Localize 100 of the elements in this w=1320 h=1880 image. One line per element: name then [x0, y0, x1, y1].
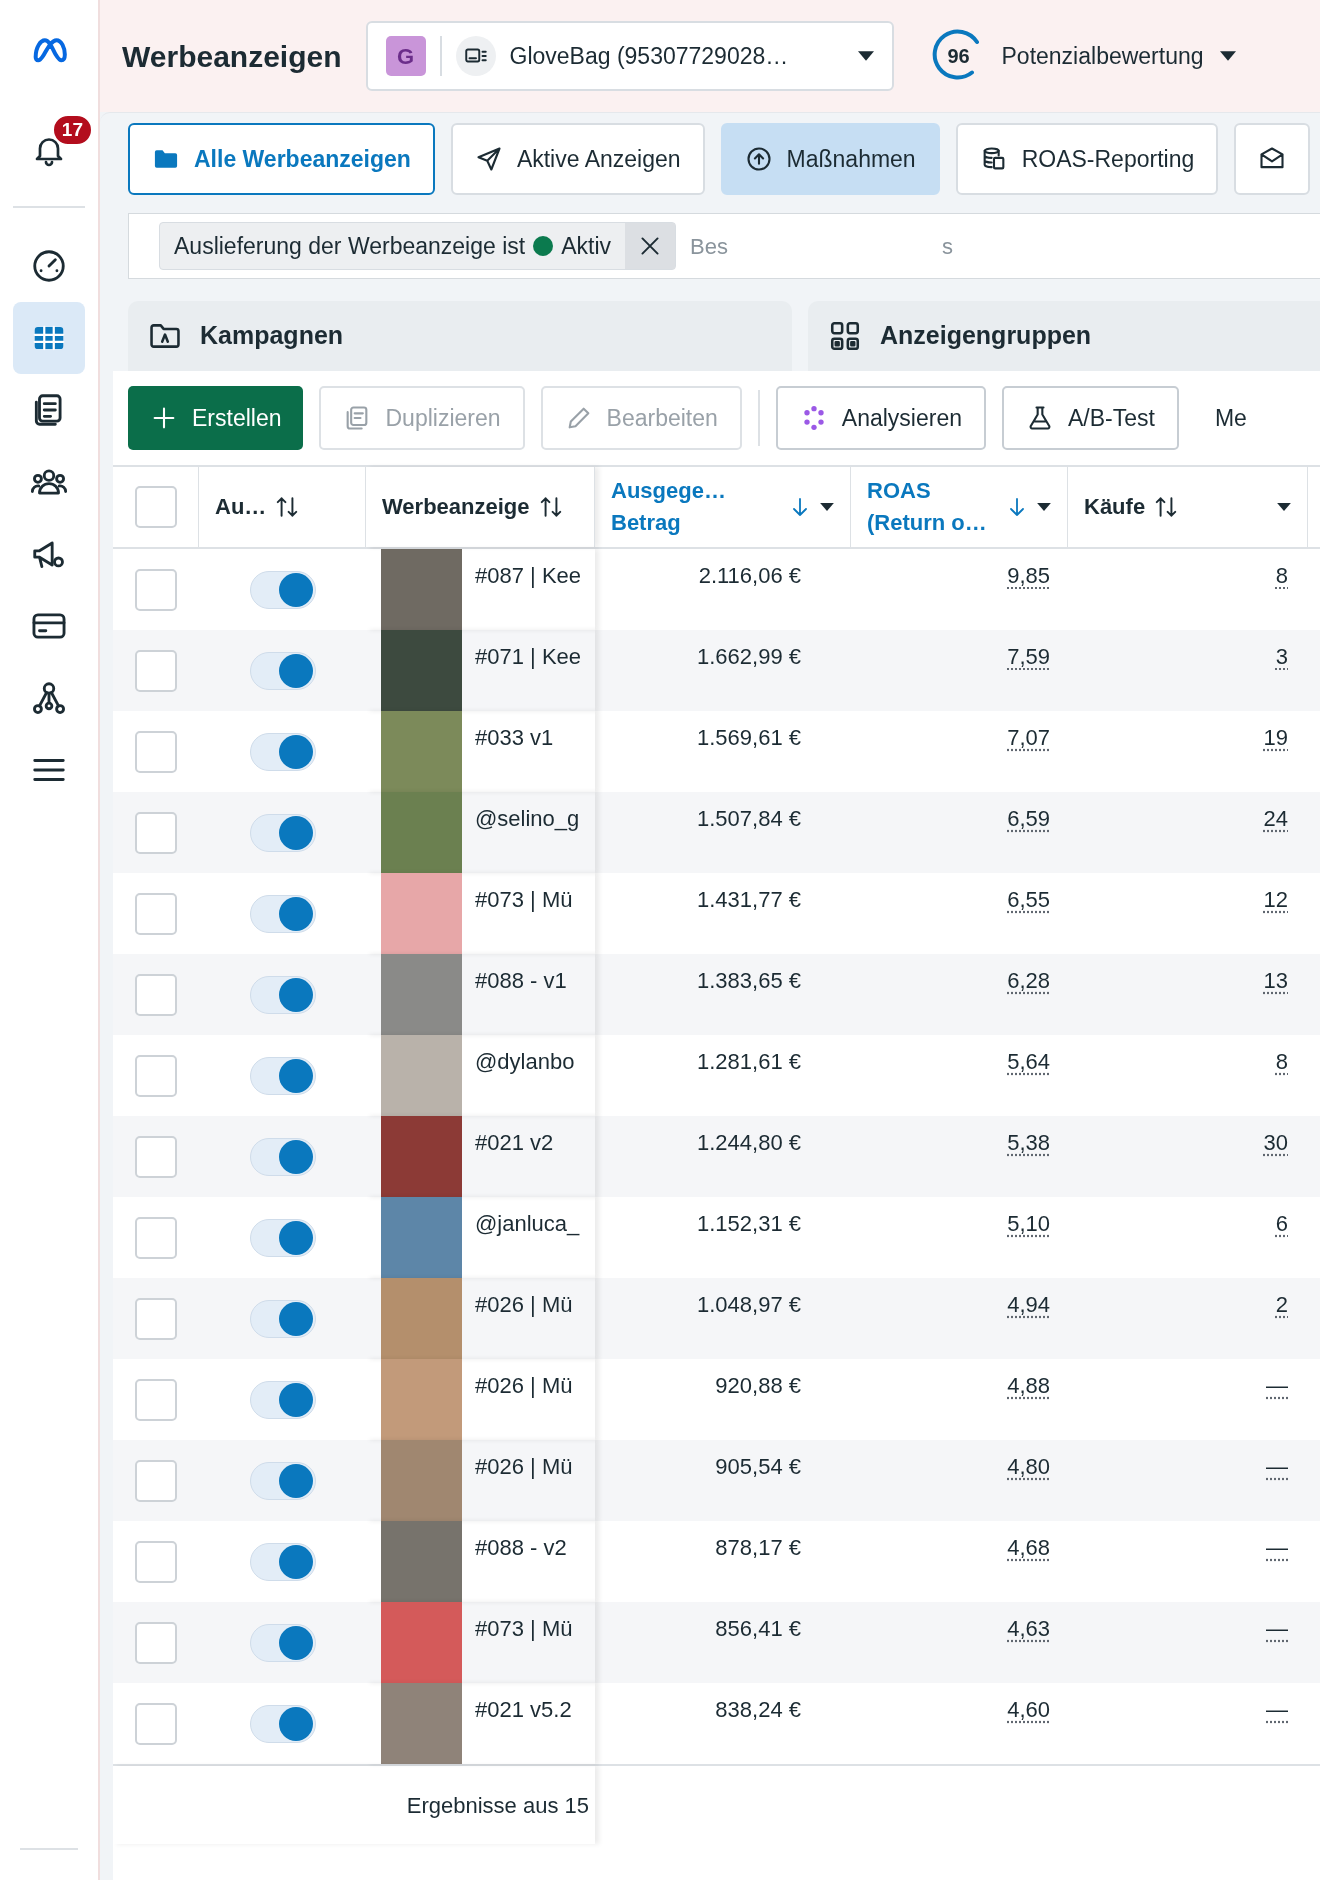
table-cell[interactable]: 4,63	[1007, 1612, 1050, 1645]
ad-name[interactable]: #026 | Mü	[462, 1440, 573, 1483]
table-cell[interactable]: 8	[1275, 1045, 1288, 1078]
select-all-checkbox[interactable]	[134, 486, 177, 528]
toggle-switch[interactable]	[249, 1623, 316, 1662]
ad-name[interactable]: #073 | Mü	[462, 873, 573, 916]
table-cell[interactable]: 4,80	[1007, 1450, 1050, 1483]
create-button[interactable]: Erstellen	[128, 386, 304, 450]
filter-chip[interactable]: Auslieferung der Werbeanzeige ist Aktiv	[159, 222, 676, 270]
row-checkbox[interactable]	[135, 811, 177, 854]
analyze-button[interactable]: Analysieren	[775, 386, 986, 450]
column-header[interactable]: Werbeanzeige	[382, 491, 530, 523]
table-cell[interactable]: —	[1266, 1369, 1288, 1402]
ad-name[interactable]: #088 - v1	[462, 954, 567, 997]
table-cell-text: 856,41 €	[715, 1615, 801, 1643]
toggle-switch[interactable]	[249, 1056, 316, 1095]
view-tab[interactable]: Alle Werbeanzeigen	[128, 123, 435, 195]
toggle-switch[interactable]	[249, 1137, 316, 1176]
toggle-switch[interactable]	[249, 732, 316, 771]
table-cell[interactable]: —	[1266, 1450, 1288, 1483]
results-summary: Ergebnisse aus 15	[406, 1791, 590, 1820]
toggle-switch[interactable]	[249, 894, 316, 933]
column-header[interactable]: ROAS (Return o…	[867, 475, 987, 539]
remove-filter-button[interactable]	[625, 223, 675, 269]
level-tab[interactable]: Anzeigengruppen	[808, 301, 1320, 371]
row-checkbox[interactable]	[135, 568, 177, 611]
ad-name[interactable]: #026 | Mü	[462, 1278, 573, 1321]
ad-name[interactable]: #026 | Mü	[462, 1359, 573, 1402]
table-cell[interactable]: 13	[1263, 964, 1288, 997]
table-cell[interactable]: 24	[1263, 802, 1288, 835]
view-tab[interactable]: Maßnahmen	[720, 123, 940, 195]
table-cell[interactable]: 30	[1263, 1126, 1288, 1159]
table-cell[interactable]: 7,59	[1007, 640, 1050, 673]
view-tab[interactable]: Aktive Anzeigen	[450, 123, 705, 195]
row-checkbox[interactable]	[135, 730, 177, 773]
ad-name[interactable]: #021 v5.2	[462, 1683, 572, 1726]
table-cell[interactable]: 9,85	[1007, 559, 1050, 592]
row-checkbox[interactable]	[135, 1702, 177, 1745]
table-cell[interactable]: 5,10	[1007, 1207, 1050, 1240]
row-checkbox[interactable]	[135, 1378, 177, 1421]
table-cell-text: 1.383,65 €	[697, 967, 801, 995]
row-checkbox[interactable]	[135, 1054, 177, 1097]
toggle-switch[interactable]	[249, 975, 316, 1014]
ad-name[interactable]: #033 v1	[462, 711, 554, 754]
table-cell[interactable]: —	[1266, 1531, 1288, 1564]
ad-name[interactable]: #071 | Kee	[462, 630, 582, 673]
toggle-switch[interactable]	[249, 570, 316, 609]
column-header[interactable]: Ausgege… Betrag	[611, 475, 726, 539]
table-cell[interactable]: 6,28	[1007, 964, 1050, 997]
more-button[interactable]: Me	[1194, 386, 1267, 450]
toggle-switch[interactable]	[249, 651, 316, 690]
table-cell[interactable]: 2	[1275, 1288, 1288, 1321]
row-checkbox[interactable]	[135, 1621, 177, 1664]
toggle-switch[interactable]	[249, 1461, 316, 1500]
view-tab[interactable]: ROAS-Reporting	[955, 123, 1219, 195]
table-cell[interactable]: 7,07	[1007, 721, 1050, 754]
toggle-switch[interactable]	[249, 1380, 316, 1419]
table-cell[interactable]: 19	[1263, 721, 1288, 754]
toggle-switch[interactable]	[249, 1299, 316, 1338]
table-cell[interactable]: 6	[1275, 1207, 1288, 1240]
row-checkbox[interactable]	[135, 1216, 177, 1259]
table-cell[interactable]: 8	[1275, 559, 1288, 592]
abtest-button[interactable]: A/B-Test	[1002, 386, 1179, 450]
row-checkbox[interactable]	[135, 1135, 177, 1178]
table-cell[interactable]: 12	[1263, 883, 1288, 916]
table-cell[interactable]: 4,88	[1007, 1369, 1050, 1402]
table-cell[interactable]: 4,68	[1007, 1531, 1050, 1564]
table-cell[interactable]: 6,55	[1007, 883, 1050, 916]
toggle-switch[interactable]	[249, 1218, 316, 1257]
toggle-switch[interactable]	[249, 1542, 316, 1581]
ad-name[interactable]: #087 | Kee	[462, 549, 582, 592]
table-cell[interactable]: —	[1266, 1612, 1288, 1645]
account-selector[interactable]: G GloveBag (95307729028…	[365, 21, 894, 91]
table-cell[interactable]: 4,94	[1007, 1288, 1050, 1321]
column-header[interactable]: Au…	[215, 491, 267, 523]
ad-name[interactable]: #073 | Mü	[462, 1602, 573, 1645]
row-checkbox[interactable]	[135, 649, 177, 692]
table-cell-text: 1.048,97 €	[697, 1291, 801, 1319]
ad-name[interactable]: @dylanbo	[462, 1035, 575, 1078]
row-checkbox[interactable]	[135, 1540, 177, 1583]
view-tab[interactable]	[1234, 123, 1311, 195]
table-cell[interactable]: 4,60	[1007, 1693, 1050, 1726]
row-checkbox[interactable]	[135, 1459, 177, 1502]
ad-name[interactable]: #021 v2	[462, 1116, 554, 1159]
ad-name[interactable]: #088 - v2	[462, 1521, 567, 1564]
table-cell[interactable]: 5,38	[1007, 1126, 1050, 1159]
ad-name[interactable]: @janluca_	[462, 1197, 580, 1240]
row-checkbox[interactable]	[135, 973, 177, 1016]
ad-name[interactable]: @selino_g	[462, 792, 580, 835]
table-cell[interactable]: 5,64	[1007, 1045, 1050, 1078]
level-tab[interactable]: Kampagnen	[128, 301, 792, 371]
row-checkbox[interactable]	[135, 892, 177, 935]
toggle-switch[interactable]	[249, 1704, 316, 1743]
table-cell[interactable]: —	[1266, 1693, 1288, 1726]
score-dropdown[interactable]: 96 Potenzialbewertung	[931, 29, 1236, 83]
column-header[interactable]: Käufe	[1084, 491, 1146, 523]
toggle-switch[interactable]	[249, 813, 316, 852]
table-cell[interactable]: 3	[1275, 640, 1288, 673]
row-checkbox[interactable]	[135, 1297, 177, 1340]
table-cell[interactable]: 6,59	[1007, 802, 1050, 835]
